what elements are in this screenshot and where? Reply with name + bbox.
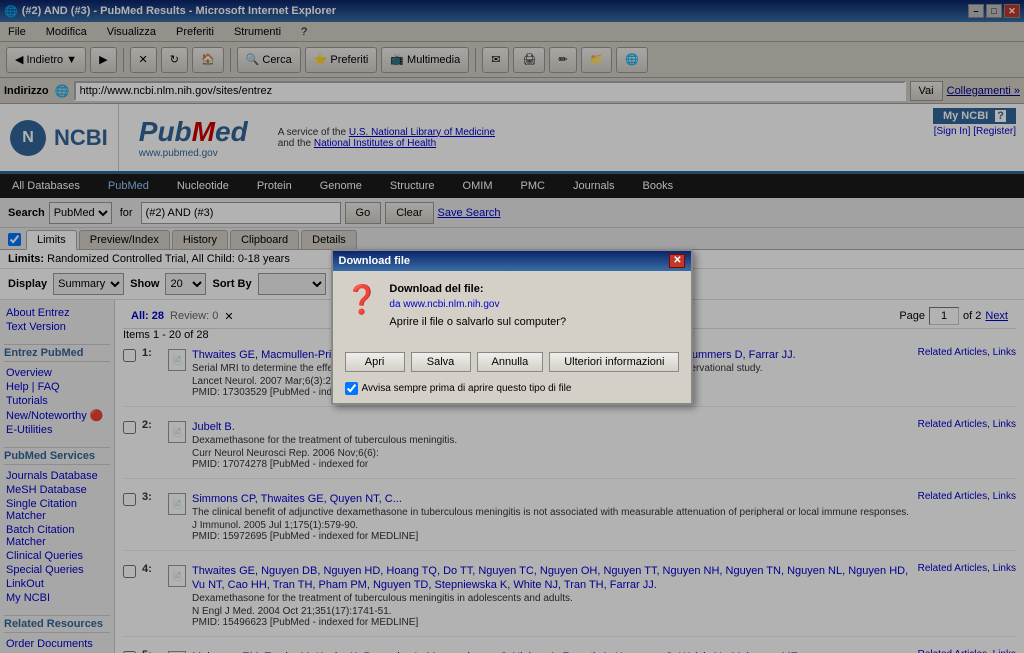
modal-checkbox-label: Avvisa sempre prima di aprire questo tip…	[362, 383, 572, 394]
modal-dialog: Download file ✕ ❓ Download del file: da …	[331, 249, 694, 405]
modal-close-button[interactable]: ✕	[669, 254, 685, 268]
modal-title: Download file	[339, 255, 411, 267]
modal-save-button[interactable]: Salva	[411, 352, 471, 372]
modal-question-icon: ❓	[345, 283, 380, 316]
modal-open-button[interactable]: Apri	[345, 352, 405, 372]
modal-download-label: Download del file:	[389, 283, 566, 295]
modal-question: Aprire il file o salvarlo sul computer?	[389, 316, 566, 328]
modal-overlay: Download file ✕ ❓ Download del file: da …	[0, 0, 1024, 653]
modal-body: ❓ Download del file: da www.ncbi.nlm.nih…	[333, 271, 692, 348]
modal-checkbox-row: Avvisa sempre prima di aprire questo tip…	[333, 382, 692, 403]
modal-more-info-button[interactable]: Ulteriori informazioni	[549, 352, 679, 372]
modal-text: Download del file: da www.ncbi.nlm.nih.g…	[389, 283, 566, 336]
modal-buttons: Apri Salva Annulla Ulteriori informazion…	[333, 348, 692, 382]
modal-always-ask-checkbox[interactable]	[345, 382, 358, 395]
modal-cancel-button[interactable]: Annulla	[477, 352, 544, 372]
modal-titlebar: Download file ✕	[333, 251, 692, 271]
modal-url: da www.ncbi.nlm.nih.gov	[389, 299, 566, 310]
